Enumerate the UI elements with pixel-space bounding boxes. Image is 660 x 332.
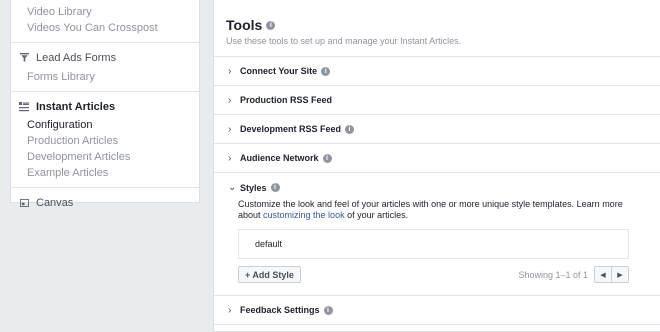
sidebar-item-instant-articles[interactable]: Instant Articles: [19, 98, 191, 115]
sidebar-item-production-articles[interactable]: Production Articles: [19, 133, 191, 149]
tools-header: Tools i Use these tools to set up and ma…: [214, 0, 660, 57]
styles-description: Customize the look and feel of your arti…: [228, 199, 628, 221]
add-style-button[interactable]: + Add Style: [238, 266, 301, 283]
info-icon[interactable]: i: [322, 153, 332, 163]
chevron-right-icon: ›: [228, 94, 232, 106]
info-icon[interactable]: i: [321, 66, 331, 76]
sidebar-item-video-library[interactable]: Video Library: [27, 4, 183, 20]
next-page-button[interactable]: ▶: [611, 267, 628, 282]
sidebar-item-canvas[interactable]: Canvas: [19, 194, 191, 211]
info-icon[interactable]: i: [266, 20, 276, 30]
sidebar-item-lead-ads-forms[interactable]: Lead Ads Forms: [19, 49, 191, 66]
styles-description-tail: of your articles.: [344, 210, 409, 220]
info-icon[interactable]: i: [323, 305, 333, 315]
sidebar-item-videos-crosspost[interactable]: Videos You Can Crosspost: [27, 20, 183, 36]
sidebar-item-configuration[interactable]: Configuration: [19, 117, 191, 133]
canvas-icon: [19, 198, 29, 208]
row-label: Audience Network: [240, 153, 319, 163]
sidebar-item-label: Instant Articles: [36, 100, 116, 113]
sidebar-item-example-articles[interactable]: Example Articles: [19, 165, 191, 181]
pagination: ◀ ▶: [594, 266, 629, 283]
page-title-text: Tools: [226, 17, 263, 33]
tools-panel: Tools i Use these tools to set up and ma…: [213, 0, 660, 332]
styles-footer: + Add Style Showing 1–1 of 1 ◀ ▶: [238, 266, 629, 283]
sidebar: Video Library Videos You Can Crosspost L…: [10, 0, 200, 209]
production-rss-feed-row[interactable]: › Production RSS Feed: [214, 86, 660, 115]
customizing-the-look-link[interactable]: customizing the look: [263, 210, 345, 220]
info-icon[interactable]: i: [345, 124, 355, 134]
connect-your-site-row[interactable]: › Connect Your Site i: [214, 57, 660, 86]
page-title: Tools i: [226, 16, 648, 34]
row-label: Production RSS Feed: [240, 95, 333, 105]
style-list-item[interactable]: default: [238, 229, 629, 259]
row-label: Feedback Settings: [240, 305, 320, 315]
info-icon[interactable]: i: [270, 183, 280, 192]
row-label: Styles: [240, 182, 267, 193]
funnel-icon: [19, 53, 29, 63]
sidebar-instant-articles-section: Instant Articles Configuration Productio…: [11, 92, 199, 188]
previous-page-button[interactable]: ◀: [595, 267, 611, 282]
feedback-settings-row[interactable]: › Feedback Settings i: [214, 296, 660, 325]
style-name: default: [255, 239, 283, 249]
row-label: Development RSS Feed: [240, 124, 342, 134]
development-rss-feed-row[interactable]: › Development RSS Feed i: [214, 115, 660, 144]
styles-row-header[interactable]: ⌄ Styles i: [228, 173, 660, 202]
sidebar-canvas-section: Canvas: [11, 188, 199, 217]
sidebar-item-label: Lead Ads Forms: [36, 51, 117, 64]
page-subtitle: Use these tools to set up and manage you…: [226, 36, 462, 46]
sidebar-item-label: Canvas: [36, 196, 74, 209]
audience-network-row[interactable]: › Audience Network i: [214, 144, 660, 173]
pagination-status: Showing 1–1 of 1: [518, 269, 588, 280]
chevron-right-icon: ›: [228, 65, 232, 77]
sidebar-lead-ads-section: Lead Ads Forms Forms Library: [11, 43, 199, 92]
chevron-right-icon: ›: [228, 123, 232, 135]
sidebar-item-development-articles[interactable]: Development Articles: [19, 149, 191, 165]
chevron-down-icon: ⌄: [228, 182, 237, 193]
articles-icon: [19, 101, 29, 112]
chevron-right-icon: ›: [228, 152, 232, 164]
row-label: Connect Your Site: [240, 66, 318, 76]
sidebar-video-section: Video Library Videos You Can Crosspost: [11, 0, 199, 43]
styles-section: ⌄ Styles i Customize the look and feel o…: [214, 173, 660, 296]
chevron-right-icon: ›: [228, 304, 232, 316]
sidebar-item-forms-library[interactable]: Forms Library: [19, 69, 191, 85]
